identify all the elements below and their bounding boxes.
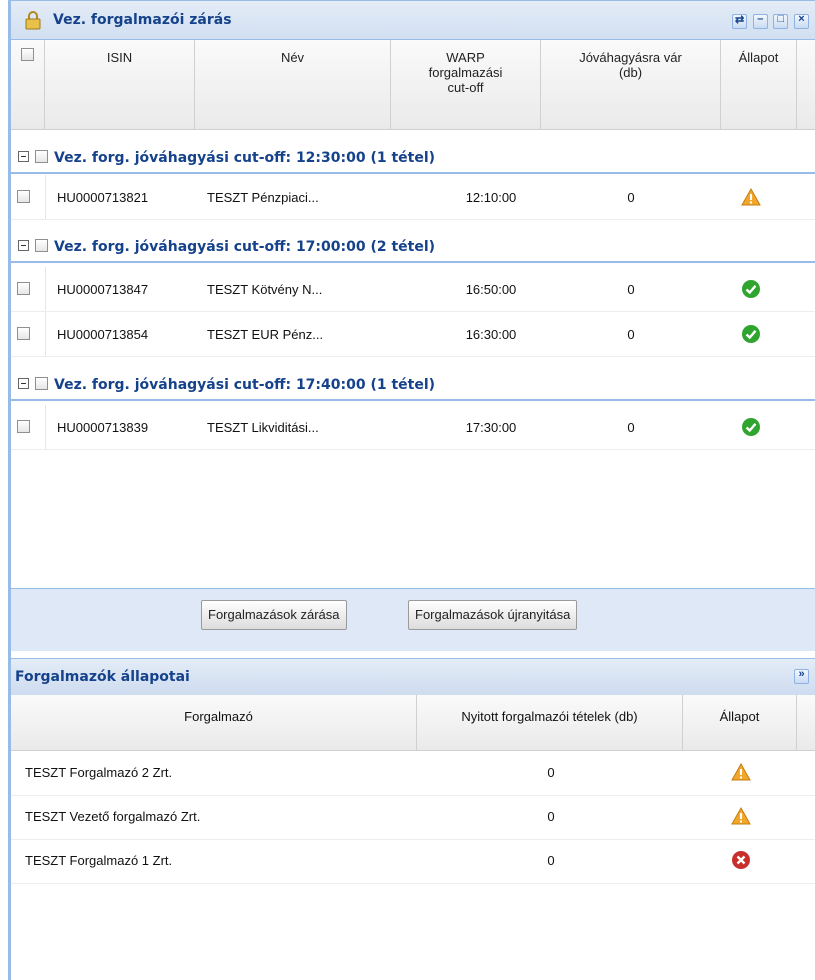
- panel-title: Vez. forgalmazói zárás: [53, 12, 232, 28]
- distributor-name: TESZT Forgalmazó 1 Zrt.: [25, 853, 173, 868]
- row-name: TESZT Likviditási...: [207, 420, 319, 435]
- warning-icon: [731, 762, 751, 781]
- maximize-icon[interactable]: □: [773, 13, 789, 29]
- refresh-icon[interactable]: ⇄: [732, 14, 748, 29]
- row-checkbox[interactable]: [17, 282, 30, 295]
- column-distributor[interactable]: Forgalmazó: [21, 695, 417, 750]
- group-checkbox[interactable]: [35, 239, 48, 252]
- check-icon: [742, 418, 760, 436]
- distributors-title: Forgalmazók állapotai: [15, 669, 190, 685]
- row-isin: HU0000713821: [57, 190, 149, 205]
- row-isin: HU0000713839: [57, 420, 149, 435]
- row-isin: HU0000713847: [57, 282, 149, 297]
- warning-icon: [741, 187, 761, 206]
- distributor-name: TESZT Forgalmazó 2 Zrt.: [25, 765, 173, 780]
- distributor-row[interactable]: TESZT Forgalmazó 2 Zrt. 0: [11, 751, 815, 796]
- column-open-items[interactable]: Nyitott forgalmazói tételek (db): [417, 695, 683, 750]
- distributors-header: Forgalmazó Nyitott forgalmazói tételek (…: [11, 695, 815, 751]
- distributor-open-count: 0: [547, 809, 555, 824]
- group-checkbox[interactable]: [35, 377, 48, 390]
- reopen-distributions-button[interactable]: Forgalmazások újranyitása: [408, 600, 578, 630]
- row-checkbox[interactable]: [17, 190, 30, 203]
- table-row[interactable]: HU0000713854 TESZT EUR Pénz... 16:30:00 …: [11, 312, 815, 357]
- check-icon: [742, 325, 760, 343]
- distributor-name: TESZT Vezető forgalmazó Zrt.: [25, 809, 201, 824]
- row-name: TESZT Pénzpiaci...: [207, 190, 319, 205]
- row-waiting: 0: [627, 420, 635, 435]
- row-cutoff: 16:50:00: [465, 282, 517, 297]
- row-checkbox[interactable]: [17, 327, 30, 340]
- group-header[interactable]: Vez. forg. jóváhagyási cut-off: 17:00:00…: [11, 235, 815, 263]
- distributor-open-count: 0: [547, 853, 555, 868]
- column-warp-cutoff[interactable]: WARP forgalmazási cut-off: [391, 40, 541, 129]
- column-isin[interactable]: ISIN: [45, 40, 195, 129]
- window-tools: ⇄ – □ ×: [730, 13, 809, 30]
- check-icon: [742, 280, 760, 298]
- distributor-row[interactable]: TESZT Forgalmazó 1 Zrt. 0: [11, 839, 815, 884]
- close-icon[interactable]: ×: [794, 13, 809, 29]
- row-checkbox[interactable]: [17, 420, 30, 433]
- distributors-titlebar: Forgalmazók állapotai »: [11, 658, 815, 696]
- minimize-icon[interactable]: –: [752, 13, 768, 29]
- row-cutoff: 16:30:00: [465, 327, 517, 342]
- warning-icon: [731, 806, 751, 825]
- closing-panel: Vez. forgalmazói zárás ⇄ – □ × ISIN Név …: [8, 0, 815, 980]
- row-cutoff: 17:30:00: [465, 420, 517, 435]
- close-distributions-button[interactable]: Forgalmazások zárása: [201, 600, 347, 630]
- group-checkbox[interactable]: [35, 150, 48, 163]
- collapse-icon[interactable]: [18, 151, 29, 162]
- table-row[interactable]: HU0000713847 TESZT Kötvény N... 16:50:00…: [11, 267, 815, 312]
- row-name: TESZT Kötvény N...: [207, 282, 323, 297]
- column-waiting[interactable]: Jóváhagyásra vár (db): [541, 40, 721, 129]
- column-status[interactable]: Állapot: [721, 40, 797, 129]
- row-waiting: 0: [627, 282, 635, 297]
- row-waiting: 0: [627, 327, 635, 342]
- grid-header: ISIN Név WARP forgalmazási cut-off Jóváh…: [11, 40, 815, 130]
- table-row[interactable]: HU0000713821 TESZT Pénzpiaci... 12:10:00…: [11, 175, 815, 220]
- panel-titlebar: Vez. forgalmazói zárás ⇄ – □ ×: [11, 1, 815, 40]
- collapse-icon[interactable]: [18, 378, 29, 389]
- select-all-column: [11, 40, 45, 129]
- row-waiting: 0: [627, 190, 635, 205]
- distributor-row[interactable]: TESZT Vezető forgalmazó Zrt. 0: [11, 795, 815, 840]
- row-cutoff: 12:10:00: [465, 190, 517, 205]
- table-row[interactable]: HU0000713839 TESZT Likviditási... 17:30:…: [11, 405, 815, 450]
- column-dist-status[interactable]: Állapot: [683, 695, 797, 750]
- lock-icon: [25, 11, 41, 30]
- select-all-checkbox[interactable]: [21, 48, 34, 61]
- collapse-panel-icon[interactable]: »: [794, 668, 809, 684]
- group-header[interactable]: Vez. forg. jóváhagyási cut-off: 12:30:00…: [11, 146, 815, 174]
- row-name: TESZT EUR Pénz...: [207, 327, 324, 342]
- action-toolbar: Forgalmazások zárása Forgalmazások újran…: [11, 588, 815, 651]
- column-nev[interactable]: Név: [195, 40, 391, 129]
- distributor-open-count: 0: [547, 765, 555, 780]
- collapse-icon[interactable]: [18, 240, 29, 251]
- row-isin: HU0000713854: [57, 327, 149, 342]
- error-icon: [732, 851, 750, 869]
- group-header[interactable]: Vez. forg. jóváhagyási cut-off: 17:40:00…: [11, 373, 815, 401]
